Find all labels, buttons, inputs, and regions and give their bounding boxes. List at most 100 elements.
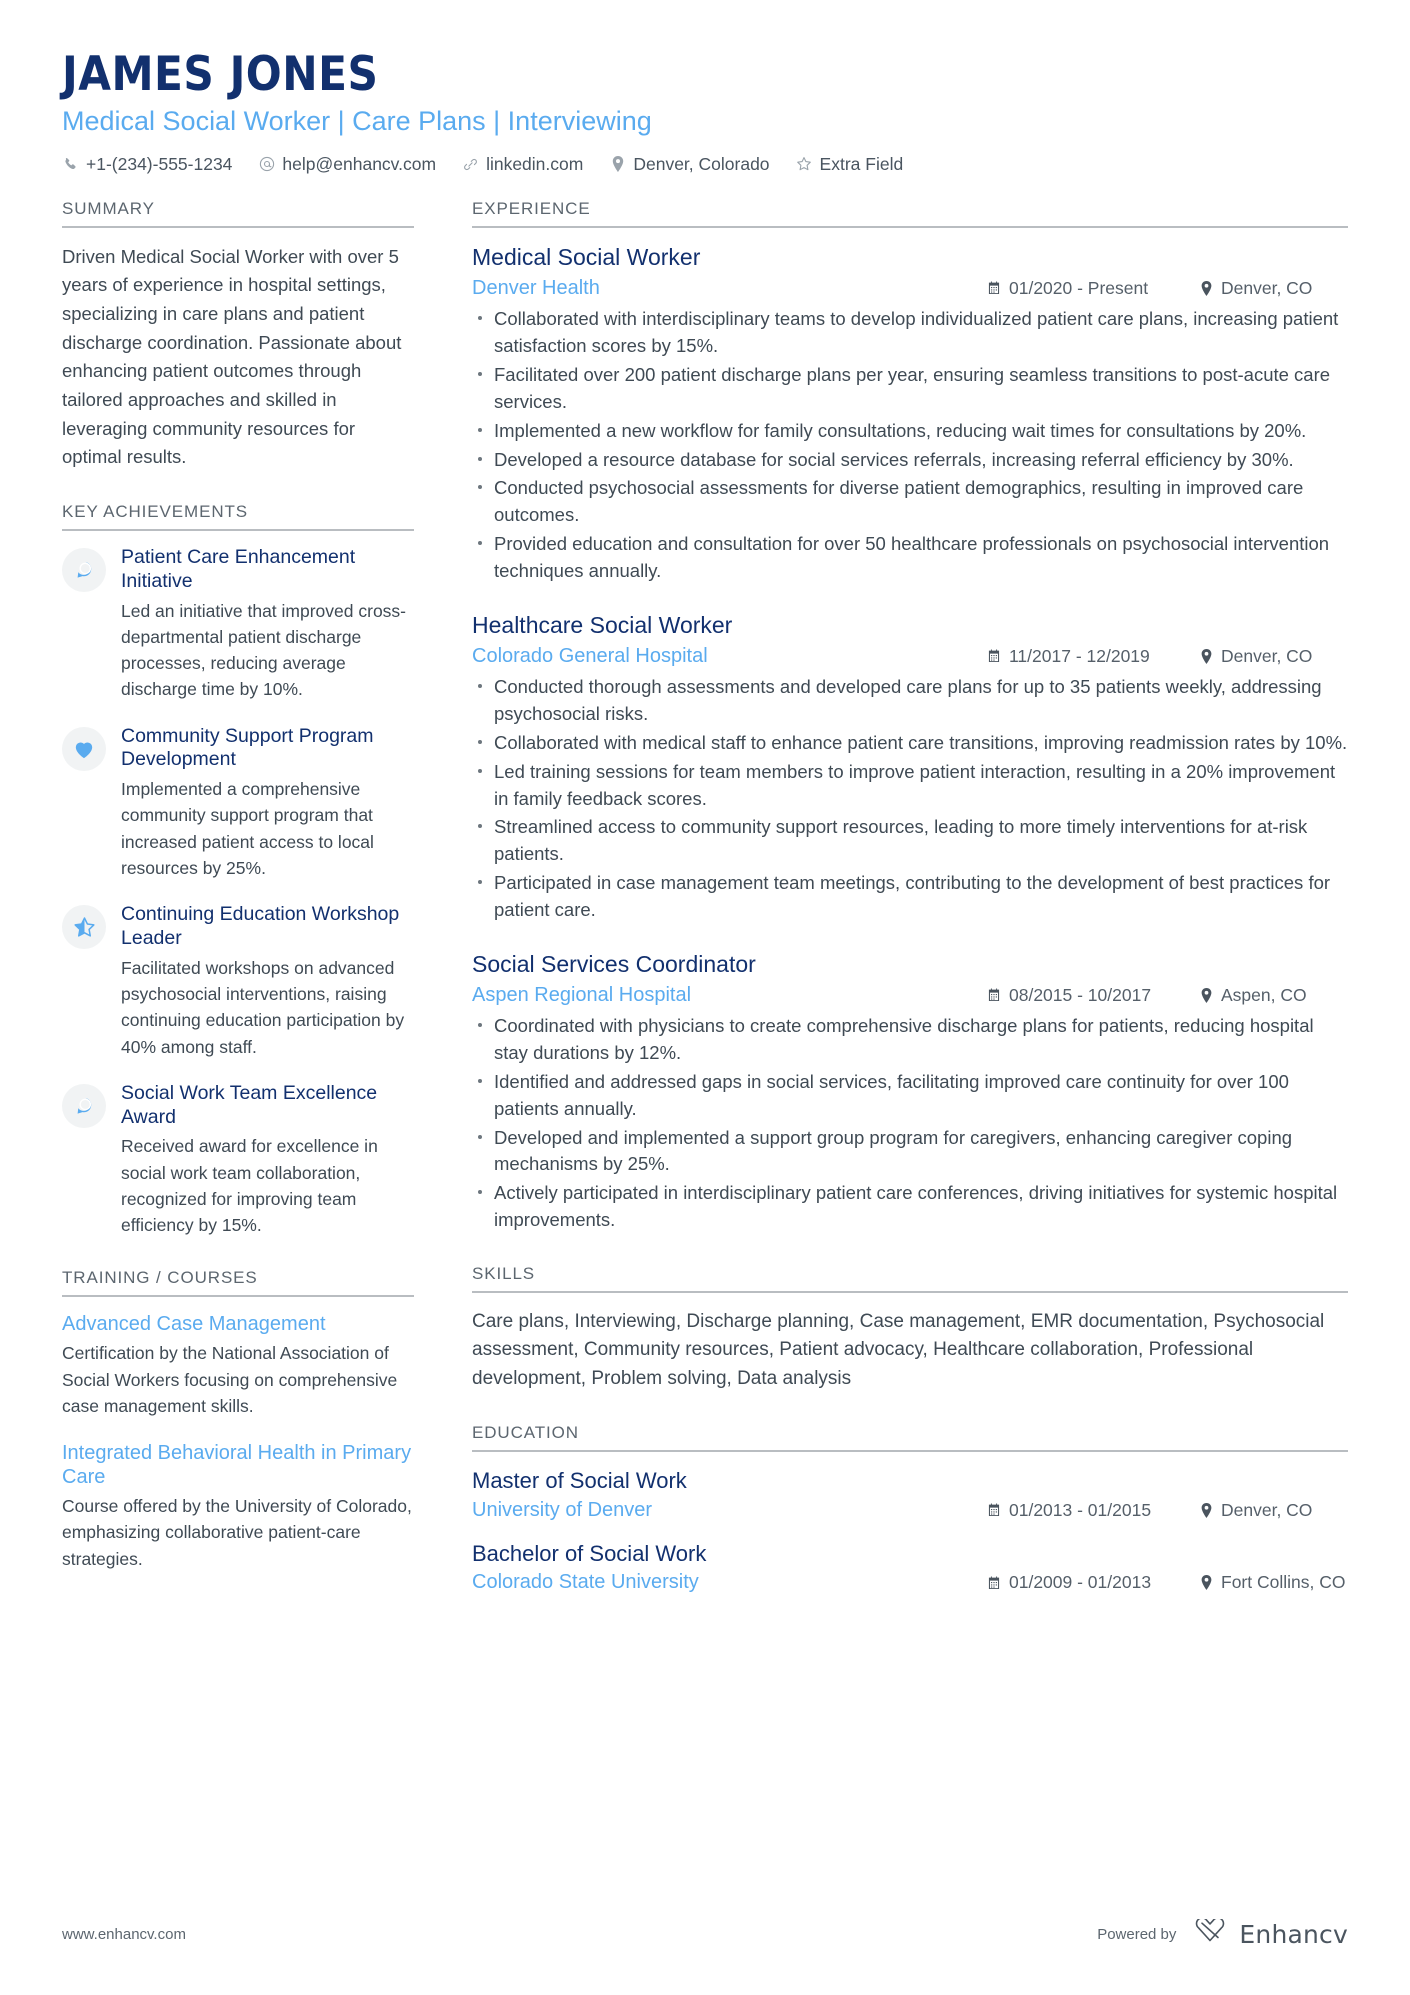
education-location: Denver, CO bbox=[1198, 1500, 1348, 1521]
location-pin-icon bbox=[1198, 280, 1214, 296]
education-heading: EDUCATION bbox=[472, 1423, 1348, 1453]
training-item: Integrated Behavioral Health in Primary … bbox=[62, 1441, 414, 1572]
education-location-text: Denver, CO bbox=[1221, 1499, 1313, 1520]
contact-location-text: Denver, Colorado bbox=[633, 153, 770, 174]
job-bullet: Conducted psychosocial assessments for d… bbox=[472, 475, 1348, 529]
job-bullet: Participated in case management team mee… bbox=[472, 870, 1348, 924]
contact-link-text: linkedin.com bbox=[486, 153, 584, 174]
education-location-text: Fort Collins, CO bbox=[1221, 1572, 1346, 1593]
phone-icon bbox=[62, 156, 79, 173]
education-degree: Master of Social Work bbox=[472, 1468, 687, 1494]
job-bullet: Led training sessions for team members t… bbox=[472, 759, 1348, 813]
skills-text: Care plans, Interviewing, Discharge plan… bbox=[472, 1310, 1325, 1389]
location-pin-icon bbox=[1198, 1575, 1214, 1591]
achievement-item: Continuing Education Workshop Leader Fac… bbox=[62, 903, 414, 1060]
job-title: Social Services Coordinator bbox=[472, 950, 756, 977]
calendar-icon bbox=[986, 987, 1002, 1003]
contact-extra-field-text: Extra Field bbox=[819, 153, 904, 174]
speech-bubble-icon bbox=[73, 559, 95, 581]
job-meta: Denver Health 01/2020 - Present Denver, bbox=[472, 276, 1348, 300]
job-dates-text: 08/2015 - 10/2017 bbox=[1009, 984, 1152, 1005]
job-bullet: Collaborated with medical staff to enhan… bbox=[472, 730, 1348, 757]
section-training-courses: TRAINING / COURSES Advanced Case Managem… bbox=[62, 1268, 414, 1572]
calendar-icon bbox=[986, 1575, 1002, 1591]
job-title: Healthcare Social Worker bbox=[472, 611, 733, 638]
job-location: Denver, CO bbox=[1198, 646, 1348, 667]
education-school[interactable]: University of Denver bbox=[472, 1499, 964, 1522]
achievement-badge bbox=[62, 905, 106, 950]
link-icon bbox=[462, 156, 479, 173]
contact-link[interactable]: linkedin.com bbox=[462, 154, 583, 175]
achievement-badge bbox=[62, 726, 106, 771]
experience-item: Healthcare Social Worker Colorado Genera… bbox=[472, 611, 1348, 924]
summary-heading: SUMMARY bbox=[62, 199, 414, 228]
job-meta: Aspen Regional Hospital 08/2015 - 10/201… bbox=[472, 983, 1348, 1007]
education-meta: University of Denver 01/2013 - 01/2015 D… bbox=[472, 1499, 1348, 1522]
key-achievements-heading: KEY ACHIEVEMENTS bbox=[62, 502, 414, 532]
enhancv-mark-icon bbox=[1190, 1917, 1230, 1949]
job-bullet: Implemented a new workflow for family co… bbox=[472, 418, 1348, 445]
location-pin-icon bbox=[1198, 987, 1214, 1003]
education-dates: 01/2013 - 01/2015 bbox=[986, 1500, 1176, 1521]
job-meta: Colorado General Hospital 11/2017 - 12/2… bbox=[472, 644, 1348, 668]
contact-phone[interactable]: +1-(234)-555-1234 bbox=[62, 154, 232, 175]
section-key-achievements: KEY ACHIEVEMENTS Patient Care Enhancemen… bbox=[62, 502, 414, 1238]
right-column: EXPERIENCE Medical Social Worker Denver … bbox=[472, 199, 1348, 1625]
education-dates: 01/2009 - 01/2013 bbox=[986, 1572, 1176, 1593]
job-bullets: Collaborated with interdisciplinary team… bbox=[472, 306, 1348, 584]
section-skills: SKILLS Care plans, Interviewing, Dischar… bbox=[472, 1264, 1348, 1394]
enhancv-logo: Enhancv bbox=[1190, 1917, 1348, 1949]
job-dates: 11/2017 - 12/2019 bbox=[986, 646, 1176, 667]
job-location-text: Aspen, CO bbox=[1221, 984, 1307, 1005]
job-company[interactable]: Aspen Regional Hospital bbox=[472, 983, 964, 1007]
left-column: SUMMARY Driven Medical Social Worker wit… bbox=[62, 199, 414, 1602]
job-bullet: Conducted thorough assessments and devel… bbox=[472, 674, 1348, 728]
job-bullet: Facilitated over 200 patient discharge p… bbox=[472, 362, 1348, 416]
achievement-description: Facilitated workshops on advanced psycho… bbox=[121, 957, 405, 1057]
achievement-description: Implemented a comprehensive community su… bbox=[121, 779, 374, 878]
enhancv-wordmark: Enhancv bbox=[1239, 1919, 1348, 1949]
resume-header: JAMES JONES Medical Social Worker | Care… bbox=[62, 50, 1348, 175]
section-education: EDUCATION Master of Social Work Universi… bbox=[472, 1423, 1348, 1594]
experience-item: Medical Social Worker Denver Health 01/2… bbox=[472, 243, 1348, 585]
half-star-icon bbox=[73, 916, 96, 939]
email-icon bbox=[258, 156, 275, 173]
education-item: Bachelor of Social Work Colorado State U… bbox=[472, 1540, 1348, 1595]
job-dates-text: 01/2020 - Present bbox=[1009, 277, 1149, 298]
summary-text: Driven Medical Social Worker with over 5… bbox=[62, 245, 402, 468]
achievement-description: Led an initiative that improved cross-de… bbox=[121, 600, 406, 700]
contact-row: +1-(234)-555-1234 help@enhancv.com linke… bbox=[62, 154, 1348, 175]
contact-email[interactable]: help@enhancv.com bbox=[258, 154, 436, 175]
education-meta: Colorado State University 01/2009 - 01/2… bbox=[472, 1571, 1348, 1594]
education-degree: Bachelor of Social Work bbox=[472, 1540, 707, 1566]
training-courses-heading: TRAINING / COURSES bbox=[62, 1268, 414, 1298]
training-title[interactable]: Integrated Behavioral Health in Primary … bbox=[62, 1441, 414, 1489]
training-title[interactable]: Advanced Case Management bbox=[62, 1312, 414, 1336]
footer-website[interactable]: www.enhancv.com bbox=[62, 1926, 186, 1943]
location-pin-icon bbox=[609, 156, 626, 173]
experience-item: Social Services Coordinator Aspen Region… bbox=[472, 950, 1348, 1234]
footer-branding: Powered by Enhancv bbox=[1097, 1917, 1348, 1949]
achievement-item: Patient Care Enhancement Initiative Led … bbox=[62, 546, 414, 703]
contact-extra-field[interactable]: Extra Field bbox=[796, 153, 904, 175]
achievement-badge bbox=[62, 1083, 106, 1128]
job-location: Aspen, CO bbox=[1198, 985, 1348, 1006]
job-dates: 01/2020 - Present bbox=[986, 278, 1176, 299]
contact-location[interactable]: Denver, Colorado bbox=[609, 153, 770, 175]
job-location-text: Denver, CO bbox=[1221, 645, 1313, 666]
achievement-item: Social Work Team Excellence Award Receiv… bbox=[62, 1082, 414, 1239]
job-bullet: Streamlined access to community support … bbox=[472, 814, 1348, 868]
contact-email-text: help@enhancv.com bbox=[282, 153, 437, 174]
job-dates-text: 11/2017 - 12/2019 bbox=[1009, 645, 1150, 666]
education-dates-text: 01/2013 - 01/2015 bbox=[1009, 1499, 1152, 1520]
achievement-title: Social Work Team Excellence Award bbox=[121, 1081, 378, 1128]
job-company[interactable]: Colorado General Hospital bbox=[472, 644, 964, 668]
education-school[interactable]: Colorado State University bbox=[472, 1571, 964, 1594]
job-bullet: Collaborated with interdisciplinary team… bbox=[472, 306, 1348, 360]
job-company[interactable]: Denver Health bbox=[472, 276, 964, 300]
achievement-title: Continuing Education Workshop Leader bbox=[121, 903, 400, 950]
achievement-badge bbox=[62, 548, 106, 593]
calendar-icon bbox=[986, 648, 1002, 664]
achievement-description: Received award for excellence in social … bbox=[121, 1136, 378, 1236]
powered-by-label: Powered by bbox=[1097, 1925, 1177, 1943]
